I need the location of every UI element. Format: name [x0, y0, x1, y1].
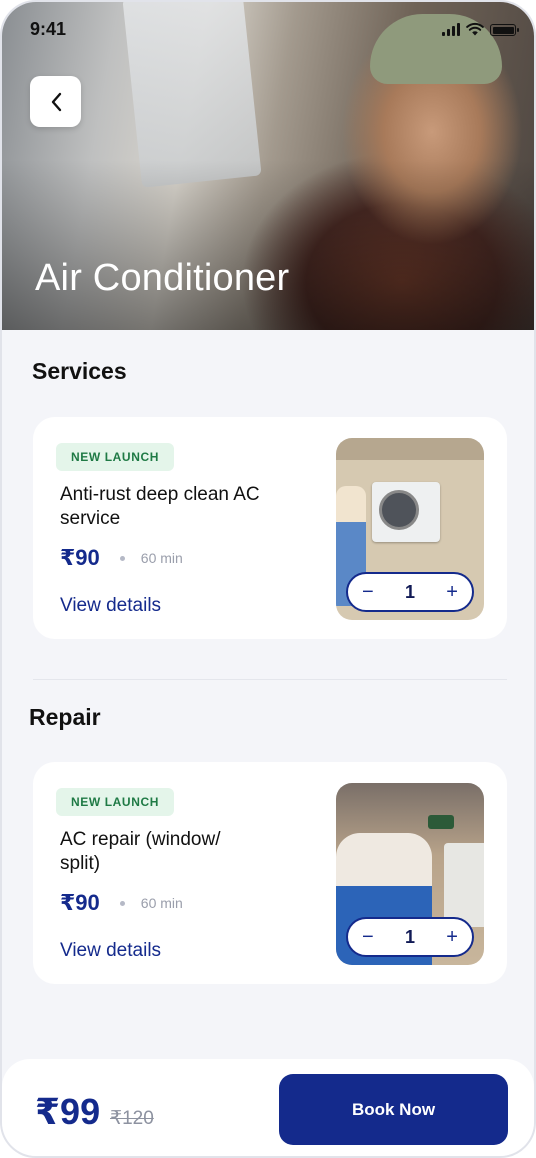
price-row: ₹90 60 min	[60, 545, 183, 571]
back-button[interactable]	[30, 76, 81, 127]
service-duration: 60 min	[140, 550, 183, 566]
service-card[interactable]: NEW LAUNCH Anti-rust deep clean AC servi…	[33, 417, 507, 639]
status-icons	[442, 22, 519, 36]
quantity-stepper: − 1 +	[346, 572, 474, 612]
wifi-icon	[466, 22, 484, 36]
separator-dot	[119, 900, 125, 906]
section-title-repair: Repair	[29, 704, 101, 730]
service-duration: 60 min	[140, 895, 183, 911]
chevron-left-icon	[51, 92, 61, 111]
section-title-services: Services	[32, 358, 127, 384]
original-price: ₹120	[110, 1108, 154, 1129]
app-screen: 9:41 Air Conditioner Services NEW LAUNCH…	[0, 0, 536, 1158]
new-launch-badge: NEW LAUNCH	[56, 788, 174, 816]
service-thumbnail: − 1 +	[336, 783, 484, 965]
cellular-signal-icon	[442, 23, 460, 36]
checkout-bar: ₹99 ₹120 Book Now	[2, 1059, 534, 1156]
new-launch-badge: NEW LAUNCH	[56, 443, 174, 471]
page-title: Air Conditioner	[35, 257, 290, 299]
total-price: ₹99	[35, 1091, 101, 1132]
quantity-stepper: − 1 +	[346, 917, 474, 957]
status-time: 9:41	[30, 19, 67, 39]
view-details-link[interactable]: View details	[60, 940, 161, 962]
quantity-value: 1	[404, 582, 415, 602]
battery-icon	[490, 24, 519, 36]
section-divider	[33, 679, 507, 680]
price-row: ₹90 60 min	[60, 890, 183, 916]
increment-button[interactable]: +	[446, 582, 458, 602]
service-price: ₹90	[60, 890, 100, 915]
service-name: AC repair (window/ split)	[60, 829, 221, 874]
increment-button[interactable]: +	[446, 927, 458, 947]
decrement-button[interactable]: −	[362, 582, 374, 602]
service-card[interactable]: NEW LAUNCH AC repair (window/ split) ₹90…	[33, 762, 507, 984]
decrement-button[interactable]: −	[362, 927, 374, 947]
service-thumbnail: − 1 +	[336, 438, 484, 620]
view-details-link[interactable]: View details	[60, 595, 161, 617]
hero-banner: 9:41 Air Conditioner	[2, 2, 534, 330]
book-now-button[interactable]: Book Now	[279, 1074, 508, 1145]
service-name: Anti-rust deep clean AC service	[60, 484, 260, 529]
separator-dot	[119, 555, 125, 561]
quantity-value: 1	[404, 927, 415, 947]
service-price: ₹90	[60, 545, 100, 570]
